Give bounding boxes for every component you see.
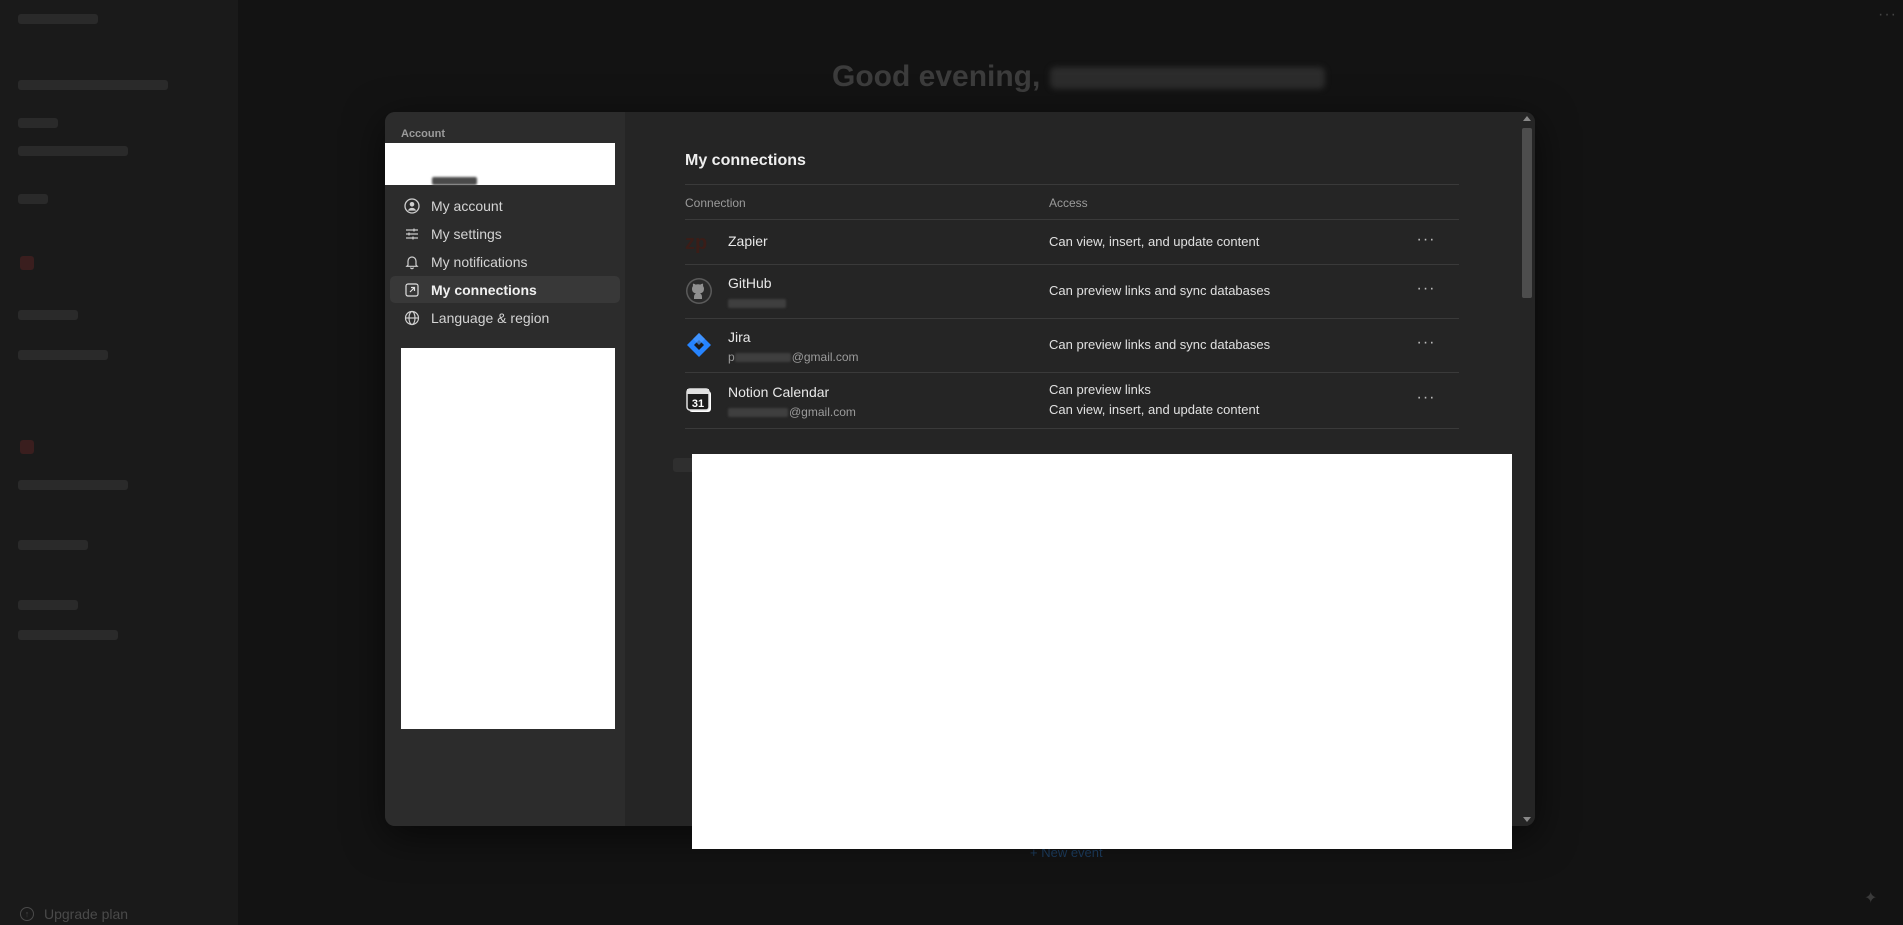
redacted-account-header bbox=[385, 143, 615, 185]
bg-sidebar-item bbox=[18, 146, 128, 156]
connection-row-github: GitHub Can preview links and sync databa… bbox=[685, 265, 1459, 319]
connection-name: Jira bbox=[728, 329, 751, 345]
calendar-31-icon: 31 bbox=[685, 386, 713, 414]
bg-page-icon bbox=[20, 256, 34, 270]
jira-logo-icon bbox=[685, 331, 713, 359]
connection-access: Can preview links and sync databases bbox=[1049, 337, 1271, 352]
connection-account-redacted bbox=[728, 296, 787, 310]
connections-table: Connection Access zp Zapier Can view, in… bbox=[685, 184, 1459, 429]
bg-sidebar-item bbox=[18, 600, 78, 610]
nav-my-account[interactable]: My account bbox=[390, 192, 620, 219]
page-title: My connections bbox=[685, 152, 806, 169]
bg-sidebar-item bbox=[18, 80, 168, 90]
connection-access: Can view, insert, and update content bbox=[1049, 234, 1260, 249]
scroll-down-arrow-icon[interactable] bbox=[1523, 817, 1531, 822]
modal-scrollbar[interactable] bbox=[1519, 112, 1535, 826]
bg-sidebar-item bbox=[18, 118, 58, 128]
nav-language-region[interactable]: Language & region bbox=[390, 304, 620, 331]
nav-my-notifications[interactable]: My notifications bbox=[390, 248, 620, 275]
sparkle-icon: ✦ bbox=[1864, 890, 1878, 907]
more-options-button[interactable]: ··· bbox=[1413, 389, 1439, 409]
connection-name: Notion Calendar bbox=[728, 384, 830, 400]
github-logo-icon bbox=[685, 277, 713, 305]
nav-label: My connections bbox=[431, 281, 537, 298]
access-line: Can preview links bbox=[1049, 382, 1151, 397]
account-prefix: p bbox=[728, 350, 735, 364]
table-header: Connection Access bbox=[685, 184, 1459, 220]
bg-sidebar-item bbox=[18, 480, 128, 490]
bg-sidebar-item bbox=[18, 310, 78, 320]
connection-account: p @gmail.com bbox=[728, 350, 859, 364]
bg-sidebar-item bbox=[18, 194, 48, 204]
bg-upgrade-plan: ↑ Upgrade plan bbox=[20, 906, 128, 922]
redacted-nav-section bbox=[401, 348, 615, 729]
redacted-account-email bbox=[432, 177, 477, 185]
svg-text:31: 31 bbox=[692, 398, 704, 410]
connection-row-zapier: zp Zapier Can view, insert, and update c… bbox=[685, 220, 1459, 265]
upgrade-icon: ↑ bbox=[20, 907, 34, 921]
external-link-icon bbox=[402, 280, 422, 300]
scroll-up-arrow-icon[interactable] bbox=[1523, 116, 1531, 121]
bg-upgrade-label: Upgrade plan bbox=[44, 906, 129, 922]
redacted-content-block bbox=[692, 454, 1512, 849]
bg-sidebar-item bbox=[18, 540, 88, 550]
bg-greeting-name-redacted bbox=[1050, 67, 1326, 90]
more-options-button[interactable]: ··· bbox=[1413, 280, 1439, 300]
nav-my-connections[interactable]: My connections bbox=[390, 276, 620, 303]
account-suffix: @gmail.com bbox=[789, 405, 856, 419]
bg-page-icon bbox=[20, 440, 34, 454]
bg-workspace-name bbox=[18, 14, 98, 24]
background-sidebar bbox=[0, 0, 238, 925]
nav-label: My notifications bbox=[431, 253, 528, 270]
nav-my-settings[interactable]: My settings bbox=[390, 220, 620, 247]
connection-row-jira: Jira p @gmail.com Can preview links and s… bbox=[685, 319, 1459, 373]
user-circle-icon bbox=[402, 196, 422, 216]
more-options-button[interactable]: ··· bbox=[1413, 231, 1439, 251]
more-options-button[interactable]: ··· bbox=[1413, 334, 1439, 354]
connection-name: GitHub bbox=[728, 275, 772, 291]
connection-access: Can preview links Can view, insert, and … bbox=[1049, 380, 1259, 420]
column-connection: Connection bbox=[685, 196, 746, 210]
bg-sidebar-item bbox=[18, 630, 118, 640]
globe-icon bbox=[402, 308, 422, 328]
connection-row-notion-calendar: 31 Notion Calendar @gmail.com Can previe… bbox=[685, 373, 1459, 429]
connection-name: Zapier bbox=[728, 233, 768, 249]
bg-greeting: Good evening, bbox=[832, 60, 1326, 94]
account-suffix: @gmail.com bbox=[791, 350, 859, 364]
access-line: Can view, insert, and update content bbox=[1049, 402, 1260, 417]
connection-account: @gmail.com bbox=[728, 405, 856, 419]
nav-label: My settings bbox=[431, 225, 502, 242]
scroll-thumb[interactable] bbox=[1522, 128, 1532, 298]
bg-greeting-text: Good evening, bbox=[832, 60, 1041, 93]
zapier-logo-icon: zp bbox=[685, 228, 713, 256]
nav-section-label: Account bbox=[401, 128, 445, 140]
bell-icon bbox=[402, 252, 422, 272]
sliders-icon bbox=[402, 224, 422, 244]
svg-text:zp: zp bbox=[685, 232, 707, 254]
bg-sidebar-item bbox=[18, 350, 108, 360]
nav-label: Language & region bbox=[431, 309, 550, 326]
column-access: Access bbox=[1049, 196, 1088, 210]
bg-more-icon: ··· bbox=[1878, 6, 1897, 23]
nav-label: My account bbox=[431, 197, 503, 214]
settings-nav: Account My account My settings My notifi… bbox=[385, 112, 625, 826]
connection-access: Can preview links and sync databases bbox=[1049, 283, 1271, 298]
